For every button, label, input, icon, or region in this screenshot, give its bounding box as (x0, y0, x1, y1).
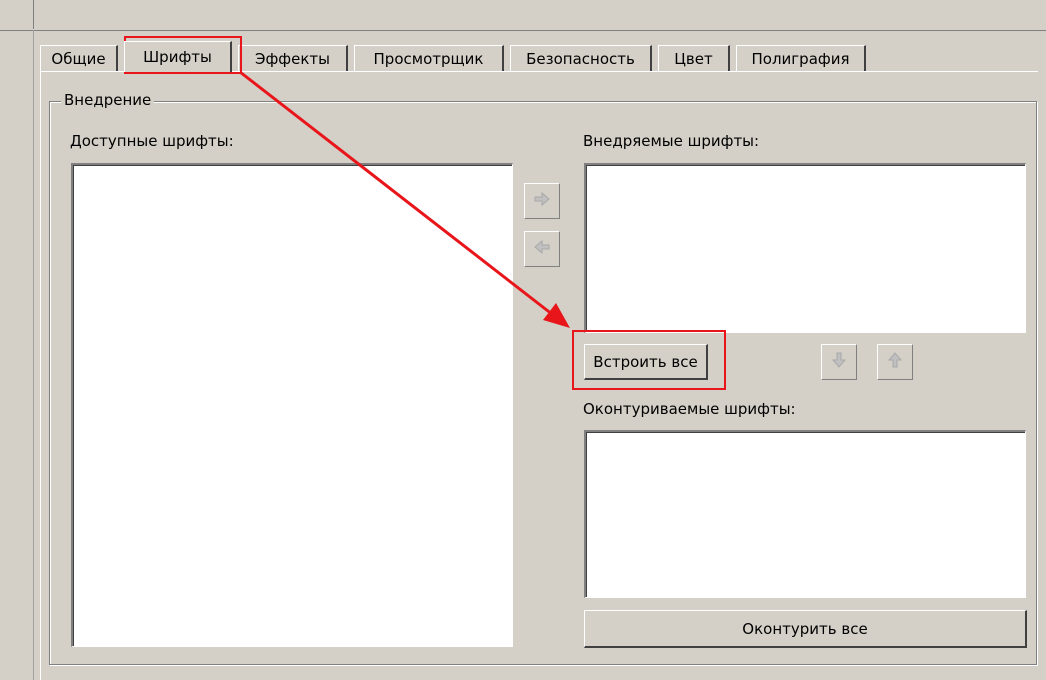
tab-prepress[interactable]: Полиграфия (736, 45, 866, 71)
available-fonts-list[interactable] (71, 163, 513, 647)
embed-all-label: Встроить все (593, 352, 698, 371)
arrow-left-icon (532, 237, 552, 261)
move-down-button[interactable] (821, 344, 857, 380)
outlined-fonts-label: Оконтуриваемые шрифты: (583, 400, 796, 418)
tab-label: Шрифты (143, 48, 212, 66)
move-left-button[interactable] (524, 231, 560, 267)
tab-label: Общие (51, 49, 106, 68)
tab-label: Просмотрщик (373, 49, 484, 68)
tab-security[interactable]: Безопасность (510, 45, 652, 71)
tab-label: Полиграфия (751, 49, 850, 68)
outline-all-button[interactable]: Оконтурить все (584, 610, 1027, 648)
move-right-button[interactable] (524, 183, 560, 219)
arrow-down-icon (829, 350, 849, 374)
embedded-fonts-label: Внедряемые шрифты: (583, 132, 760, 150)
move-up-button[interactable] (877, 344, 913, 380)
tab-general[interactable]: Общие (40, 45, 118, 71)
tab-bar: Общие Шрифты Эффекты Просмотрщик Безопас… (40, 41, 1040, 72)
top-strip-inner (33, 0, 1046, 29)
available-fonts-label: Доступные шрифты: (70, 132, 234, 150)
tab-label: Цвет (674, 49, 713, 68)
group-title: Внедрение (61, 91, 155, 109)
tab-label: Безопасность (526, 49, 635, 68)
tab-fonts[interactable]: Шрифты (124, 41, 232, 72)
outlined-fonts-list[interactable] (584, 430, 1026, 598)
arrow-up-icon (885, 350, 905, 374)
tab-effects[interactable]: Эффекты (238, 45, 348, 71)
tab-viewer[interactable]: Просмотрщик (354, 45, 504, 71)
outline-all-label: Оконтурить все (742, 619, 868, 638)
embed-all-button[interactable]: Встроить все (584, 344, 708, 380)
tab-label: Эффекты (255, 49, 330, 68)
top-strip (0, 0, 1046, 31)
embedded-fonts-list[interactable] (584, 163, 1026, 333)
tab-color[interactable]: Цвет (658, 45, 730, 71)
left-edge (0, 30, 34, 680)
arrow-right-icon (532, 189, 552, 213)
